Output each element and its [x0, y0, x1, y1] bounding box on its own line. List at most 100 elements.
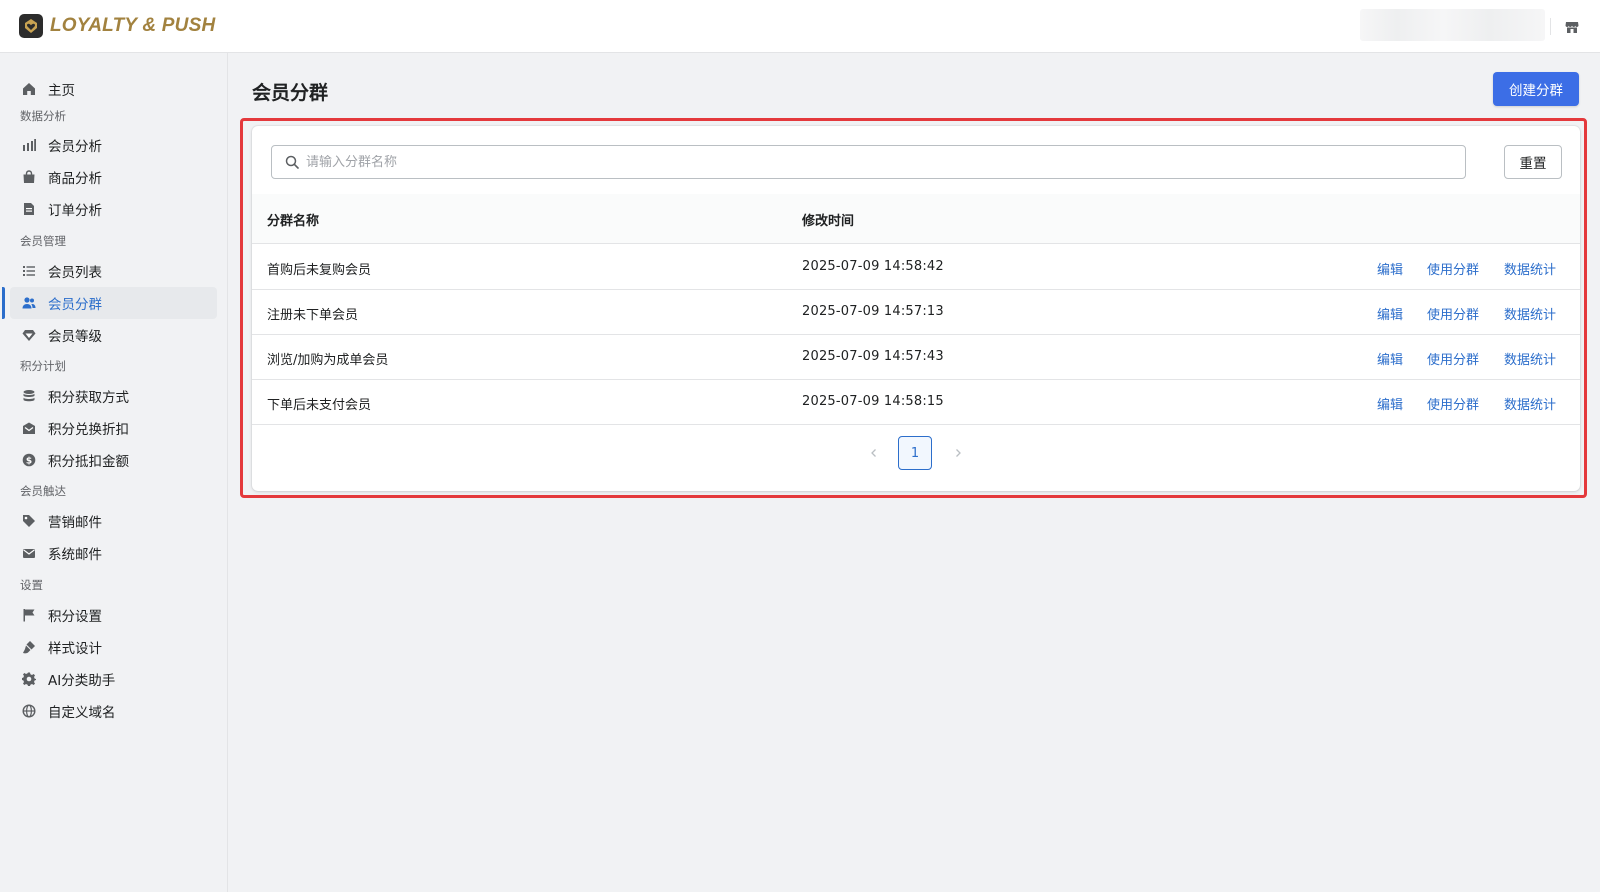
sidebar-item-member-levels[interactable]: 会员等级 [10, 319, 217, 351]
discount-mail-icon [21, 420, 37, 436]
column-header-modified-time: 修改时间 [802, 214, 855, 229]
edit-link[interactable]: 编辑 [1377, 304, 1403, 323]
sidebar-item-points-deduction[interactable]: $ 积分抵扣金额 [10, 444, 217, 476]
sidebar-item-label: 会员列表 [48, 265, 102, 281]
use-segment-link[interactable]: 使用分群 [1427, 349, 1479, 368]
users-icon [21, 295, 37, 311]
sidebar-item-label: 积分获取方式 [48, 390, 129, 406]
sidebar-item-label: 积分兑换折扣 [48, 422, 129, 438]
sidebar-item-member-analytics[interactable]: 会员分析 [10, 129, 217, 161]
sidebar-section-title: 会员管理 [20, 234, 66, 248]
svg-text:$: $ [26, 456, 32, 466]
sidebar-item-label: 样式设计 [48, 641, 102, 657]
edit-link[interactable]: 编辑 [1377, 259, 1403, 278]
segment-name: 注册未下单会员 [267, 308, 359, 323]
sidebar-item-style-design[interactable]: 样式设计 [10, 631, 217, 663]
top-bar: LOYALTY & PUSH [0, 0, 1600, 53]
sidebar-item-label: 主页 [48, 83, 75, 99]
next-page-chevron-icon[interactable] [947, 442, 969, 464]
data-stats-link[interactable]: 数据统计 [1504, 259, 1556, 278]
sidebar-item-home[interactable]: 主页 [10, 73, 217, 105]
sidebar-section-title: 数据分析 [20, 109, 66, 123]
modified-time: 2025-07-09 14:58:42 [802, 259, 944, 274]
sidebar-item-label: 会员分析 [48, 139, 102, 155]
list-icon [21, 263, 37, 279]
shopping-bag-icon [21, 169, 37, 185]
top-divider [1550, 18, 1551, 35]
table-row: 注册未下单会员 2025-07-09 14:57:13 编辑 使用分群 数据统计 [252, 290, 1580, 335]
sidebar-section-title: 会员触达 [20, 484, 66, 498]
brand-name: LOYALTY & PUSH [50, 15, 216, 36]
sidebar-item-points-settings[interactable]: 积分设置 [10, 599, 217, 631]
dollar-circle-icon: $ [21, 452, 37, 468]
sidebar: 主页 数据分析 会员分析 商品分析 订单分析 会员管理 会员列表 会员分群 会员… [0, 53, 228, 892]
table-row: 浏览/加购为成单会员 2025-07-09 14:57:43 编辑 使用分群 数… [252, 335, 1580, 380]
sidebar-item-label: 自定义域名 [48, 705, 116, 721]
previous-page-chevron-icon[interactable] [863, 442, 885, 464]
sidebar-item-label: 会员分群 [48, 297, 102, 313]
page-title: 会员分群 [252, 82, 329, 104]
store-icon[interactable] [1562, 17, 1582, 37]
use-segment-link[interactable]: 使用分群 [1427, 394, 1479, 413]
sidebar-item-custom-domain[interactable]: 自定义域名 [10, 695, 217, 727]
sidebar-item-label: 积分设置 [48, 609, 102, 625]
reset-button[interactable]: 重置 [1504, 145, 1562, 179]
table-header: 分群名称 修改时间 [252, 194, 1580, 244]
segment-name: 浏览/加购为成单会员 [267, 353, 389, 368]
sidebar-section-title: 积分计划 [20, 359, 66, 373]
segment-name: 下单后未支付会员 [267, 398, 372, 413]
bar-chart-icon [21, 137, 37, 153]
database-stack-icon [21, 388, 37, 404]
envelope-icon [21, 545, 37, 561]
globe-icon [21, 703, 37, 719]
search-icon [284, 154, 300, 170]
use-segment-link[interactable]: 使用分群 [1427, 304, 1479, 323]
modified-time: 2025-07-09 14:58:15 [802, 394, 944, 409]
use-segment-link[interactable]: 使用分群 [1427, 259, 1479, 278]
sidebar-item-member-list[interactable]: 会员列表 [10, 255, 217, 287]
sidebar-item-product-analytics[interactable]: 商品分析 [10, 161, 217, 193]
data-stats-link[interactable]: 数据统计 [1504, 394, 1556, 413]
sidebar-item-label: 会员等级 [48, 329, 102, 345]
brand-logo[interactable]: LOYALTY & PUSH [19, 14, 215, 38]
edit-link[interactable]: 编辑 [1377, 394, 1403, 413]
create-segment-button[interactable]: 创建分群 [1493, 72, 1579, 106]
sidebar-item-marketing-email[interactable]: 营销邮件 [10, 505, 217, 537]
document-icon [21, 201, 37, 217]
column-header-name: 分群名称 [267, 214, 320, 229]
diamond-icon [21, 327, 37, 343]
search-field[interactable] [271, 145, 1466, 179]
sidebar-item-member-segments[interactable]: 会员分群 [2, 287, 217, 319]
tag-icon [21, 513, 37, 529]
sidebar-item-label: AI分类助手 [48, 673, 116, 689]
sidebar-item-label: 积分抵扣金额 [48, 454, 129, 470]
sidebar-item-order-analytics[interactable]: 订单分析 [10, 193, 217, 225]
modified-time: 2025-07-09 14:57:43 [802, 349, 944, 364]
sidebar-item-label: 订单分析 [48, 203, 102, 219]
segment-name: 首购后未复购会员 [267, 263, 372, 278]
sidebar-item-points-discount[interactable]: 积分兑换折扣 [10, 412, 217, 444]
edit-link[interactable]: 编辑 [1377, 349, 1403, 368]
logo-heart-icon [19, 14, 43, 38]
home-icon [21, 81, 37, 97]
paint-brush-icon [21, 639, 37, 655]
table-row: 首购后未复购会员 2025-07-09 14:58:42 编辑 使用分群 数据统… [252, 245, 1580, 290]
search-input[interactable] [306, 154, 1446, 170]
data-stats-link[interactable]: 数据统计 [1504, 304, 1556, 323]
sidebar-item-system-email[interactable]: 系统邮件 [10, 537, 217, 569]
sidebar-item-label: 商品分析 [48, 171, 102, 187]
store-selector-placeholder[interactable] [1360, 9, 1545, 41]
sidebar-item-label: 系统邮件 [48, 547, 102, 563]
sidebar-item-ai-classifier[interactable]: AI分类助手 [10, 663, 217, 695]
page-number-current[interactable]: 1 [898, 436, 932, 470]
segments-card: 重置 分群名称 修改时间 首购后未复购会员 2025-07-09 14:58:4… [252, 126, 1580, 491]
table-row: 下单后未支付会员 2025-07-09 14:58:15 编辑 使用分群 数据统… [252, 380, 1580, 425]
pagination: 1 [252, 436, 1580, 470]
modified-time: 2025-07-09 14:57:13 [802, 304, 944, 319]
sidebar-item-label: 营销邮件 [48, 515, 102, 531]
gear-icon [21, 671, 37, 687]
data-stats-link[interactable]: 数据统计 [1504, 349, 1556, 368]
sidebar-item-points-earning[interactable]: 积分获取方式 [10, 380, 217, 412]
flag-icon [21, 607, 37, 623]
sidebar-section-title: 设置 [20, 578, 43, 592]
